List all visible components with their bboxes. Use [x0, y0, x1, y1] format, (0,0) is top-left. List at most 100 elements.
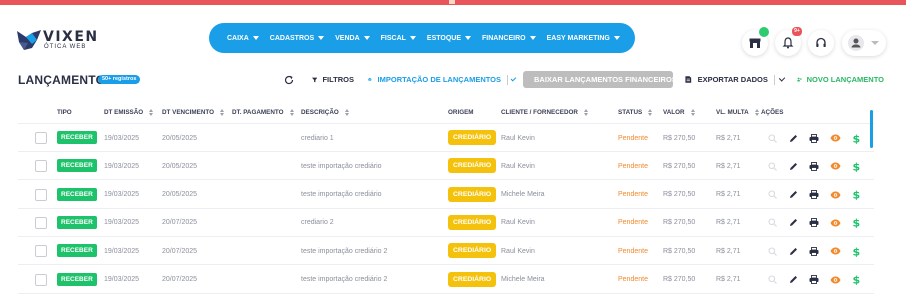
row-checkbox[interactable]	[35, 160, 47, 173]
column-header-tipo[interactable]: TIPO	[57, 109, 72, 116]
search-icon[interactable]	[766, 274, 778, 286]
eye-icon[interactable]	[829, 160, 841, 172]
eye-icon[interactable]	[829, 189, 841, 201]
row-checkbox[interactable]	[35, 216, 47, 229]
column-header-vl-multa[interactable]: VL. MULTA	[716, 109, 760, 116]
search-icon[interactable]	[766, 217, 778, 229]
row-checkbox[interactable]	[35, 132, 47, 144]
dollar-icon[interactable]: $	[850, 274, 862, 286]
row-checkbox[interactable]	[35, 188, 47, 201]
pencil-icon[interactable]	[787, 217, 799, 229]
cell-dt-emissao: 19/03/2025	[104, 247, 140, 255]
baixar-lancamentos-button[interactable]: BAIXAR LANÇAMENTOS FINANCEIROS	[523, 71, 677, 88]
svg-text:$: $	[853, 189, 861, 200]
pencil-icon[interactable]	[787, 274, 799, 286]
caret-down-icon	[529, 36, 536, 40]
eye-icon[interactable]	[829, 274, 841, 286]
column-header-dt-vencimento[interactable]: DT VENCIMENTO	[162, 109, 225, 116]
user-icon	[851, 38, 861, 48]
table-row[interactable]: RECEBER 19/03/2025 20/05/2025 teste importa…	[18, 152, 874, 181]
table-row[interactable]: RECEBER 19/03/2025 20/05/2025 teste importa…	[18, 181, 874, 209]
column-header-dt-pagamento[interactable]: DT. PAGAMENTO	[232, 109, 295, 116]
user-plus-icon	[797, 77, 802, 82]
svg-text:$: $	[853, 133, 861, 144]
row-checkbox[interactable]	[35, 273, 47, 286]
nav-label: VENDA	[335, 34, 360, 42]
export-dropdown[interactable]: EXPORTAR DADOS	[680, 71, 786, 88]
cell-status: Pendente	[618, 247, 648, 255]
column-header-valor[interactable]: VALOR	[663, 109, 696, 116]
cell-descricao: crediario 1	[301, 134, 334, 142]
column-header-status[interactable]: STATUS	[618, 109, 653, 116]
column-label: TIPO	[57, 109, 72, 116]
table-row[interactable]: RECEBER 19/03/2025 20/07/2025 teste importa…	[18, 266, 874, 294]
new-entry-button[interactable]: NOVO LANÇAMENTO	[791, 71, 884, 88]
printer-icon[interactable]	[808, 245, 820, 257]
column-header-cliente[interactable]: CLIENTE / FORNECEDOR	[501, 109, 589, 116]
search-icon[interactable]	[766, 132, 778, 144]
svg-text:$: $	[853, 217, 861, 228]
brand-tagline: ÓTICA WEB	[44, 44, 87, 50]
cell-valor: R$ 270,50	[663, 162, 696, 170]
sort-icon	[344, 109, 350, 116]
pencil-icon[interactable]	[787, 132, 799, 144]
printer-icon[interactable]	[808, 189, 820, 201]
cell-valor: R$ 270,50	[663, 219, 696, 227]
cell-cliente: Raul Kevin	[501, 219, 535, 227]
cell-status: Pendente	[618, 219, 648, 227]
dollar-icon[interactable]: $	[850, 189, 862, 201]
origem-badge: CREDIÁRIO	[448, 214, 497, 230]
column-header-dt-emissao[interactable]: DT EMISSÃO	[104, 109, 154, 116]
printer-icon[interactable]	[808, 274, 820, 286]
table-row[interactable]: RECEBER 19/03/2025 20/05/2025 crediario 1 CR…	[18, 124, 874, 152]
eye-icon[interactable]	[829, 217, 841, 229]
table-row[interactable]: RECEBER 19/03/2025 20/07/2025 teste importa…	[18, 237, 874, 266]
nav-financeiro[interactable]: FINANCEIRO	[482, 35, 536, 42]
dollar-icon[interactable]: $	[850, 245, 862, 257]
dollar-icon[interactable]: $	[850, 132, 862, 144]
nav-estoque[interactable]: ESTOQUE	[427, 35, 472, 42]
printer-icon[interactable]	[808, 132, 820, 144]
search-icon[interactable]	[766, 245, 778, 257]
filters-button[interactable]: FILTROS	[306, 71, 354, 88]
nav-fiscal[interactable]: FISCAL	[381, 35, 416, 42]
pencil-icon[interactable]	[787, 189, 799, 201]
pencil-icon[interactable]	[787, 160, 799, 172]
cell-cliente: Raul Kevin	[501, 162, 535, 170]
search-icon[interactable]	[766, 160, 778, 172]
nav-easy-marketing[interactable]: EASY MARKETING	[547, 35, 620, 42]
table-row[interactable]: RECEBER 19/03/2025 20/07/2025 crediario 2 CR…	[18, 209, 874, 237]
nav-venda[interactable]: VENDA	[335, 35, 370, 42]
import-dropdown[interactable]: IMPORTAÇÃO DE LANÇAMENTOS	[362, 71, 517, 88]
search-icon[interactable]	[766, 189, 778, 201]
brand-logo[interactable]: VIXEN ÓTICA WEB	[16, 28, 116, 54]
pencil-icon[interactable]	[787, 245, 799, 257]
tipo-badge: RECEBER	[57, 131, 97, 144]
cell-descricao: crediario 2	[301, 219, 334, 227]
table-scrollbar[interactable]	[870, 110, 873, 148]
filters-label: FILTROS	[322, 75, 354, 84]
printer-icon[interactable]	[808, 160, 820, 172]
user-menu[interactable]	[842, 30, 886, 56]
printer-icon[interactable]	[808, 217, 820, 229]
nav-caixa[interactable]: CAIXA	[227, 35, 259, 42]
row-checkbox[interactable]	[35, 245, 47, 258]
eye-icon[interactable]	[829, 132, 841, 144]
support-button[interactable]	[808, 30, 834, 56]
column-header-origem[interactable]: ORIGEM	[448, 109, 474, 116]
row-actions: $	[766, 274, 871, 286]
cell-dt-vencimento: 20/07/2025	[162, 219, 198, 227]
nav-cadastros[interactable]: CADASTROS	[270, 35, 325, 42]
dollar-icon[interactable]: $	[850, 160, 862, 172]
caret-down-icon	[318, 36, 325, 40]
refresh-button[interactable]	[279, 71, 298, 88]
dollar-icon[interactable]: $	[850, 217, 862, 229]
column-header-descricao[interactable]: DESCRIÇÃO	[301, 109, 350, 116]
filter-icon	[312, 77, 318, 82]
cell-dt-vencimento: 20/07/2025	[162, 276, 198, 283]
notifications-button[interactable]: 9+	[775, 27, 802, 56]
cell-dt-vencimento: 20/05/2025	[162, 134, 198, 142]
cell-status: Pendente	[618, 191, 648, 199]
store-button[interactable]	[742, 27, 769, 56]
eye-icon[interactable]	[829, 245, 841, 257]
